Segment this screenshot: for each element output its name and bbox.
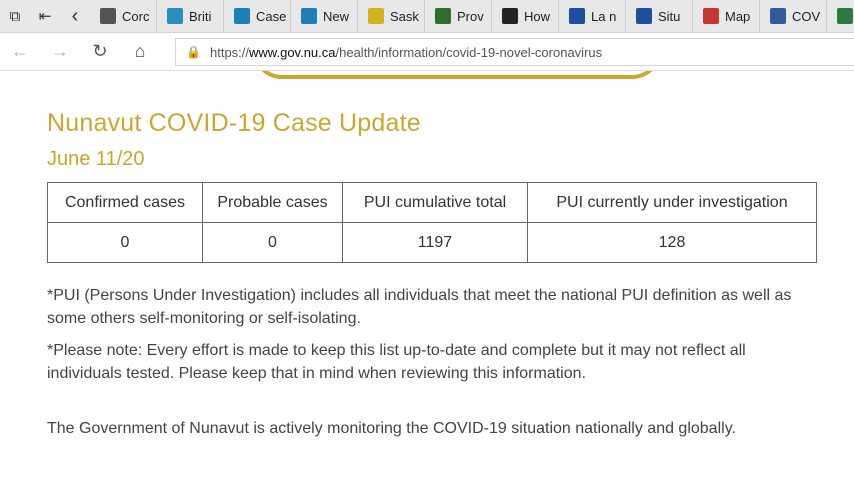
tab-label: Prov (457, 8, 484, 24)
ontario-icon (502, 8, 518, 24)
table-row: 0 0 1197 128 (47, 222, 817, 263)
browser-tab[interactable]: Situ (626, 0, 693, 32)
browser-tab[interactable]: How (492, 0, 559, 32)
table-header: Probable cases (202, 182, 343, 223)
tab-list: Corc Briti Case New Sask Prov How La n Situ Map CO… (90, 0, 854, 32)
refresh-button[interactable]: ↻ (80, 33, 120, 71)
forward-button[interactable]: → (40, 33, 80, 71)
url-prefix: https:// (210, 44, 250, 60)
address-bar: ← → ↻ ⌂ 🔒 https://www.gov.nu.ca/health/i… (0, 33, 854, 71)
nb-icon (703, 8, 719, 24)
alberta-icon (234, 8, 250, 24)
browser-tab[interactable]: PEI C (827, 0, 854, 32)
page-icon (100, 8, 116, 24)
page-title: Nunavut COVID-19 Case Update (47, 109, 421, 137)
table-cell: 128 (527, 222, 817, 263)
table-cell: 0 (47, 222, 203, 263)
tab-label: Case (256, 8, 287, 24)
alberta-icon (301, 8, 317, 24)
tab-label: Briti (189, 8, 212, 24)
browser-tab[interactable]: Corc (90, 0, 157, 32)
home-button[interactable]: ⌂ (120, 33, 160, 71)
set-aside-tabs-icon[interactable]: ⇤ (30, 0, 60, 32)
url-host: www.gov.nu.ca (249, 44, 336, 60)
lock-icon: 🔒 (186, 45, 201, 59)
browser-tab[interactable]: La n (559, 0, 626, 32)
quebec-icon (569, 8, 585, 24)
browser-tab[interactable]: Map (693, 0, 760, 32)
browser-tab[interactable]: COV (760, 0, 827, 32)
quebec-icon (636, 8, 652, 24)
scroll-tabs-left-icon[interactable]: ‹ (60, 0, 90, 32)
disclaimer-note: *Please note: Every effort is made to ke… (47, 342, 746, 382)
tab-label: Sask (390, 8, 419, 24)
bc-shield-icon (167, 8, 183, 24)
browser-tab[interactable]: Case (224, 0, 291, 32)
table-header: Confirmed cases (47, 182, 203, 223)
page-content: Nunavut COVID-19 Case Update June 11/20 … (0, 71, 854, 488)
tab-label: New (323, 8, 350, 24)
browser-tab[interactable]: Briti (157, 0, 224, 32)
url-path: /health/information/covid-19-novel-coron… (335, 44, 603, 60)
banner-graphic (252, 71, 662, 79)
tab-label: Situ (658, 8, 681, 24)
table-cell: 1197 (342, 222, 528, 263)
browser-tab[interactable]: Sask (358, 0, 425, 32)
case-table: Confirmed cases Probable cases PUI cumul… (47, 182, 817, 263)
monitoring-statement: The Government of Nunavut is actively mo… (47, 420, 736, 437)
tab-label: Corc (122, 8, 150, 24)
tab-label: COV (792, 8, 821, 24)
table-cell: 0 (202, 222, 343, 263)
pei-icon (837, 8, 853, 24)
browser-tab[interactable]: New (291, 0, 358, 32)
table-header: PUI cumulative total (342, 182, 528, 223)
table-header: PUI currently under investigation (527, 182, 817, 223)
tab-label: La n (591, 8, 617, 24)
browser-tab[interactable]: Prov (425, 0, 492, 32)
update-date: June 11/20 (47, 148, 145, 170)
table-header-row: Confirmed cases Probable cases PUI cumul… (47, 182, 817, 223)
sask-icon (368, 8, 384, 24)
url-field[interactable]: 🔒 https://www.gov.nu.ca/health/informati… (175, 38, 854, 66)
ns-icon (770, 8, 786, 24)
pui-note: *PUI (Persons Under Investigation) inclu… (47, 287, 792, 327)
tab-strip: ⧉ ⇤ ‹ Corc Briti Case New Sask Prov How La n Sit… (0, 0, 854, 33)
tab-label: Map (725, 8, 751, 24)
manitoba-icon (435, 8, 451, 24)
tab-actions-icon[interactable]: ⧉ (0, 0, 30, 32)
tab-label: How (524, 8, 551, 24)
back-button[interactable]: ← (0, 33, 40, 71)
